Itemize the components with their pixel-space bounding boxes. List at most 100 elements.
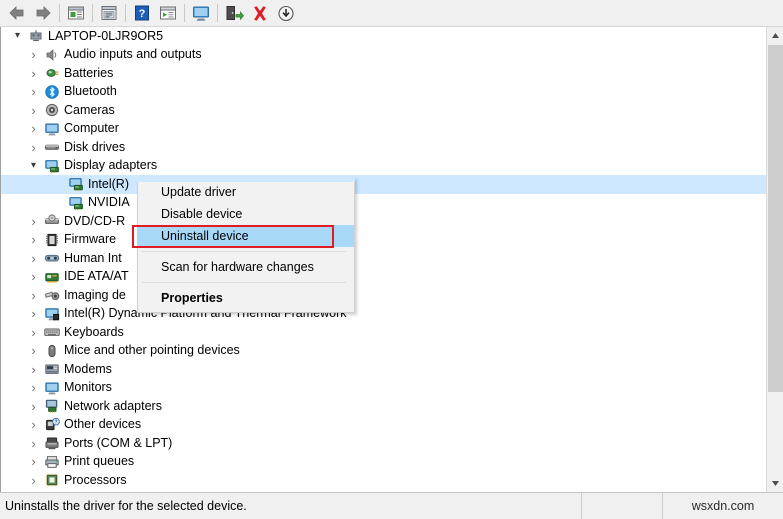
menu-item-update-driver[interactable]: Update driver: [138, 181, 354, 203]
chevron-right-icon[interactable]: ›: [25, 326, 42, 339]
help-button[interactable]: ?: [129, 2, 155, 25]
tree-item-label: Batteries: [64, 65, 114, 80]
chevron-right-icon[interactable]: ›: [25, 48, 42, 61]
tree-item-label: Modems: [64, 361, 112, 376]
system-device-icon: [42, 306, 62, 322]
toolbar: ?: [0, 0, 783, 27]
chevron-right-icon[interactable]: ›: [25, 104, 42, 117]
tree-item-modems[interactable]: › Modems: [1, 360, 766, 379]
tree-item-display-adapters[interactable]: ▾ Display adapters: [1, 157, 766, 176]
computer-node-icon: [26, 28, 46, 44]
tree-item-computer[interactable]: › Computer: [1, 120, 766, 139]
chevron-right-icon[interactable]: ›: [25, 381, 42, 394]
scroll-up-arrow-icon[interactable]: [767, 27, 783, 44]
bluetooth-icon: [42, 84, 62, 100]
tree-item-human-int[interactable]: › Human Int: [1, 249, 766, 268]
scrollbar-thumb[interactable]: [768, 45, 783, 392]
menu-item-properties[interactable]: Properties: [138, 287, 354, 309]
context-menu[interactable]: Update driver Disable device Uninstall dev…: [137, 177, 355, 313]
tree-item-label: Intel(R): [88, 176, 129, 191]
imaging-device-icon: [42, 287, 62, 303]
scan-hardware-changes-button[interactable]: [188, 2, 214, 25]
chevron-right-icon[interactable]: ›: [25, 233, 42, 246]
chevron-right-icon[interactable]: ›: [25, 85, 42, 98]
chevron-right-icon[interactable]: ›: [25, 455, 42, 468]
vertical-scrollbar[interactable]: [766, 27, 783, 492]
show-hide-console-tree-button[interactable]: [63, 2, 89, 25]
tree-item-label: Firmware: [64, 232, 117, 247]
chevron-down-icon[interactable]: ▾: [9, 31, 26, 41]
tree-item-keyboards[interactable]: › Keyboards: [1, 323, 766, 342]
network-adapter-icon: [42, 398, 62, 414]
battery-icon: [42, 65, 62, 81]
properties-button[interactable]: [96, 2, 122, 25]
chevron-right-icon[interactable]: ›: [25, 344, 42, 357]
back-button[interactable]: [4, 2, 30, 25]
tree-item-print-queues[interactable]: › Print queues: [1, 453, 766, 472]
device-tree-panel[interactable]: ▾ LAPTOP-0LJR9OR5 › Audio inputs and outp…: [0, 27, 783, 492]
monitor-icon: [42, 121, 62, 137]
chevron-right-icon[interactable]: ›: [25, 270, 42, 283]
tree-item-ports-com-lpt[interactable]: › Ports (COM & LPT): [1, 434, 766, 453]
chevron-right-icon[interactable]: ›: [25, 289, 42, 302]
chevron-down-icon[interactable]: ▾: [25, 160, 42, 171]
disable-device-button[interactable]: [273, 2, 299, 25]
monitor-icon: [42, 380, 62, 396]
chevron-right-icon[interactable]: ›: [25, 252, 42, 265]
tree-item-intel-r[interactable]: Intel(R): [1, 175, 766, 194]
chevron-right-icon[interactable]: ›: [25, 363, 42, 376]
chevron-right-icon[interactable]: ›: [25, 418, 42, 431]
tree-item-label: Disk drives: [64, 139, 126, 154]
dvd-drive-icon: [42, 213, 62, 229]
update-driver-button[interactable]: [221, 2, 247, 25]
chevron-right-icon[interactable]: ›: [25, 122, 42, 135]
tree-item-bluetooth[interactable]: › Bluetooth: [1, 83, 766, 102]
status-message: Uninstalls the driver for the selected d…: [0, 493, 582, 519]
device-tree[interactable]: ▾ LAPTOP-0LJR9OR5 › Audio inputs and outp…: [1, 27, 766, 492]
chevron-right-icon[interactable]: ›: [25, 437, 42, 450]
tree-item-other-devices[interactable]: ›? Other devices: [1, 416, 766, 435]
chevron-right-icon[interactable]: ›: [25, 141, 42, 154]
chevron-right-icon[interactable]: ›: [25, 307, 42, 320]
firmware-chip-icon: [42, 232, 62, 248]
tree-item-ide-ata-at[interactable]: › IDE ATA/AT: [1, 268, 766, 287]
chevron-right-icon[interactable]: ›: [25, 67, 42, 80]
menu-item-uninstall-device[interactable]: Uninstall device: [138, 225, 354, 247]
chevron-right-icon[interactable]: ›: [25, 215, 42, 228]
tree-item-label: Computer: [64, 121, 119, 136]
tree-item-monitors[interactable]: › Monitors: [1, 379, 766, 398]
tree-item-label: Human Int: [64, 250, 122, 265]
tree-item-label: Display adapters: [64, 158, 158, 173]
view-button[interactable]: [155, 2, 181, 25]
tree-item-label: Processors: [64, 472, 127, 487]
watermark: wsxdn.com: [691, 499, 755, 513]
tree-item-network-adapters[interactable]: › Network adapters: [1, 397, 766, 416]
tree-item-label: Mice and other pointing devices: [64, 343, 240, 358]
tree-item-label: Audio inputs and outputs: [64, 47, 202, 62]
status-bar: Uninstalls the driver for the selected d…: [0, 492, 783, 519]
uninstall-device-button[interactable]: [247, 2, 273, 25]
tree-item-label: Keyboards: [64, 324, 124, 339]
menu-item-disable-device[interactable]: Disable device: [138, 203, 354, 225]
tree-item-mice-and-other-pointing-devices[interactable]: › Mice and other pointing devices: [1, 342, 766, 361]
tree-item-processors[interactable]: › Processors: [1, 471, 766, 490]
tree-root-row[interactable]: ▾ LAPTOP-0LJR9OR5: [1, 27, 766, 46]
tree-item-intel-r-dynamic-platform-and-thermal-framework[interactable]: › Intel(R) Dynamic Platform and Thermal F…: [1, 305, 766, 324]
chevron-right-icon[interactable]: ›: [25, 474, 42, 487]
modem-icon: [42, 361, 62, 377]
svg-text:?: ?: [139, 8, 146, 20]
selected-row-strip: [137, 177, 355, 182]
forward-button[interactable]: [30, 2, 56, 25]
display-adapter-icon: [66, 195, 86, 211]
tree-item-disk-drives[interactable]: › Disk drives: [1, 138, 766, 157]
tree-item-audio-inputs-and-outputs[interactable]: › Audio inputs and outputs: [1, 46, 766, 65]
tree-item-cameras[interactable]: › Cameras: [1, 101, 766, 120]
tree-item-batteries[interactable]: › Batteries: [1, 64, 766, 83]
tree-item-imaging-de[interactable]: › Imaging de: [1, 286, 766, 305]
scroll-down-arrow-icon[interactable]: [767, 475, 783, 492]
tree-item-dvd-cd-r[interactable]: › DVD/CD-R: [1, 212, 766, 231]
tree-item-firmware[interactable]: › Firmware: [1, 231, 766, 250]
menu-item-scan-for-hardware-changes[interactable]: Scan for hardware changes: [138, 256, 354, 278]
chevron-right-icon[interactable]: ›: [25, 400, 42, 413]
tree-item-nvidia[interactable]: NVIDIA: [1, 194, 766, 213]
